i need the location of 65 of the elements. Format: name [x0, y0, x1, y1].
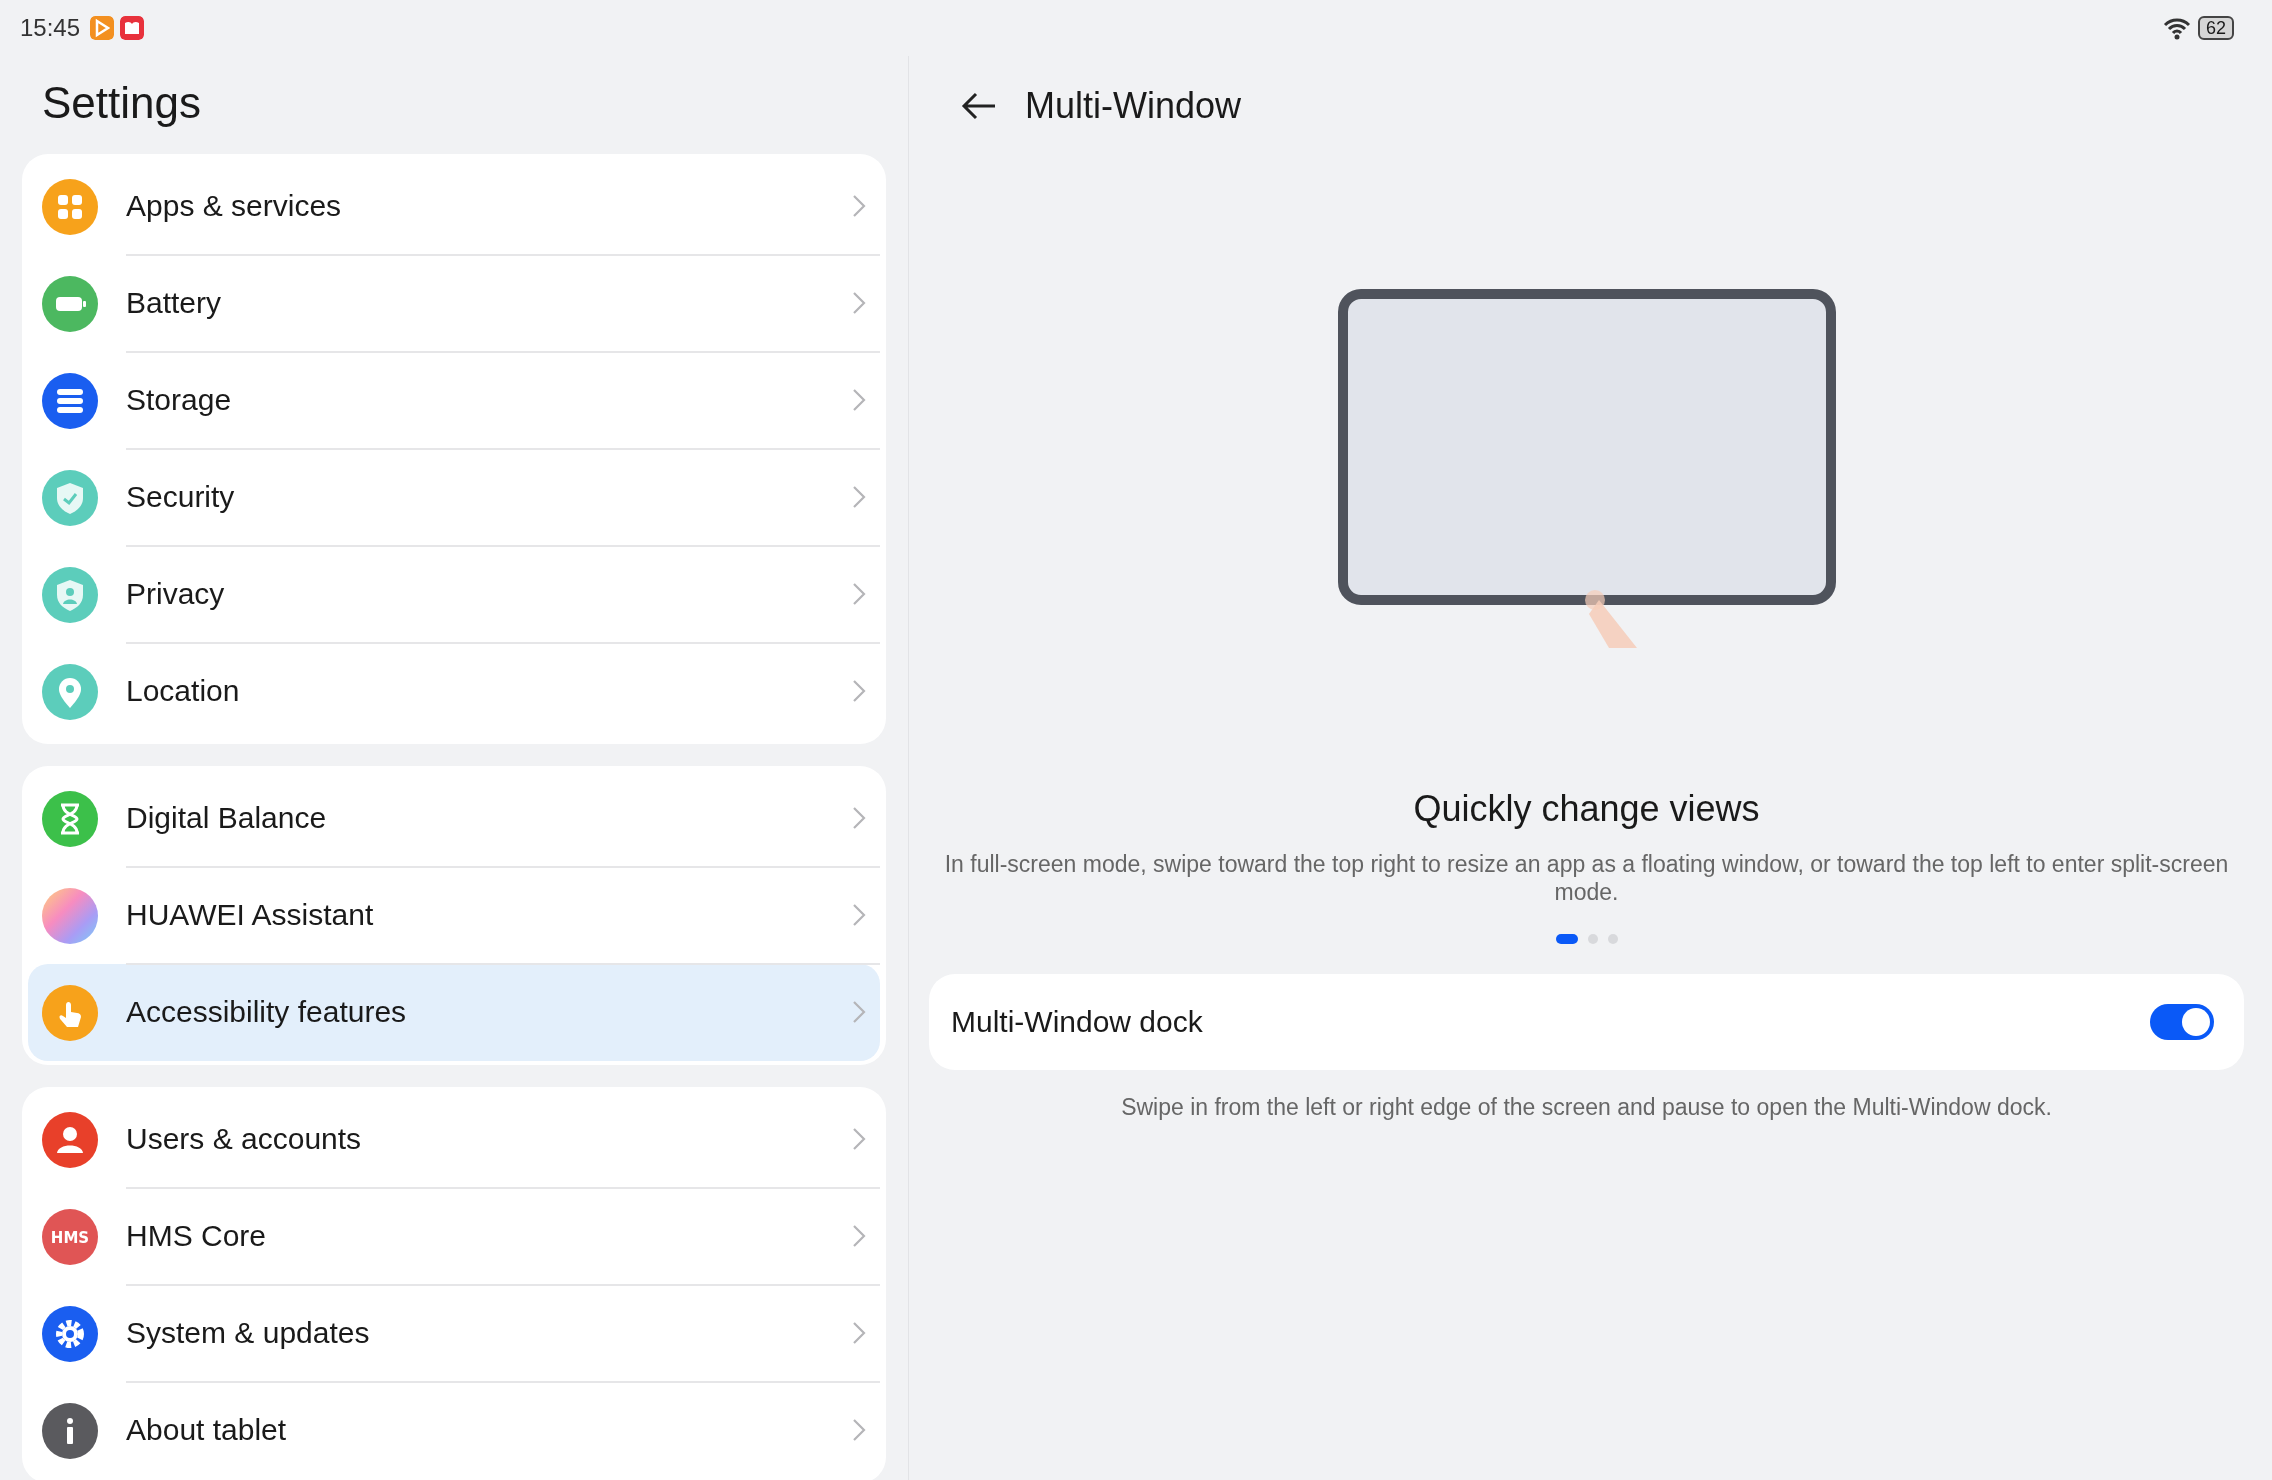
settings-item[interactable]: Accessibility features [28, 964, 880, 1061]
book-notification-icon [120, 16, 145, 40]
battery-icon [42, 275, 98, 332]
item-label: System & updates [126, 1315, 371, 1350]
item-label: Security [126, 479, 236, 514]
settings-item[interactable]: Battery [28, 255, 880, 352]
settings-item[interactable]: Location [28, 643, 880, 740]
settings-item[interactable]: System & updates [28, 1285, 880, 1382]
item-label: HMS Core [126, 1218, 268, 1253]
page-indicator-dot[interactable] [1587, 934, 1598, 944]
storage-icon [42, 372, 98, 429]
chevron-icon [852, 193, 866, 218]
chevron-icon [852, 902, 866, 927]
dock-hint: Swipe in from the left or right edge of the screen and pause to open the Multi-Window dock. [1121, 1094, 2052, 1121]
chevron-icon [852, 999, 866, 1024]
chevron-icon [852, 805, 866, 830]
wifi-icon [2161, 16, 2192, 40]
gradient-orb-icon [42, 887, 98, 944]
shield-person-icon [42, 566, 98, 623]
chevron-icon [852, 1126, 866, 1151]
status-time: 15:45 [20, 14, 81, 42]
settings-title: Settings [42, 78, 202, 128]
hand-pointer-icon [42, 984, 98, 1041]
shield-check-icon [42, 469, 98, 526]
chevron-icon [852, 1417, 866, 1442]
settings-item[interactable]: HMS HMS Core [28, 1188, 880, 1285]
item-label: Privacy [126, 576, 226, 611]
info-icon [42, 1402, 98, 1459]
item-label: Battery [126, 285, 223, 320]
item-label: Users & accounts [126, 1121, 363, 1156]
chevron-icon [852, 484, 866, 509]
settings-item[interactable]: Digital Balance [28, 770, 880, 867]
chevron-icon [852, 1320, 866, 1345]
location-pin-icon [42, 663, 98, 720]
item-label: Digital Balance [126, 800, 328, 835]
chevron-icon [852, 678, 866, 703]
page-indicator-dot[interactable] [1607, 934, 1618, 944]
item-label: Location [126, 673, 241, 708]
feature-heading: Quickly change views [1413, 788, 1760, 830]
chevron-icon [852, 290, 866, 315]
grid-icon [42, 178, 98, 235]
item-label: Accessibility features [126, 994, 408, 1029]
person-icon [42, 1111, 98, 1168]
hms-icon: HMS [42, 1208, 98, 1265]
gear-icon [42, 1305, 98, 1362]
play-notification-icon [90, 16, 115, 40]
settings-item[interactable]: Apps & services [28, 158, 880, 255]
settings-item[interactable]: Users & accounts [28, 1091, 880, 1188]
page-title: Multi-Window [1025, 85, 1242, 127]
settings-item[interactable]: Storage [28, 352, 880, 449]
settings-item[interactable]: Security [28, 449, 880, 546]
settings-item[interactable]: Privacy [28, 546, 880, 643]
item-label: Storage [126, 382, 233, 417]
chevron-icon [852, 581, 866, 606]
dock-toggle[interactable] [2150, 1004, 2214, 1040]
hourglass-icon [42, 790, 98, 847]
chevron-icon [852, 1223, 866, 1248]
item-label: Apps & services [126, 188, 343, 223]
chevron-icon [852, 387, 866, 412]
feature-description: In full-screen mode, swipe toward the top right to resize an app as a floating window, or toward the top left to enter split-screen mode. [943, 850, 2230, 906]
dock-label: Multi-Window dock [951, 1005, 1204, 1039]
settings-item[interactable]: About tablet [28, 1382, 880, 1479]
item-label: About tablet [126, 1412, 288, 1447]
battery-indicator: 62 [2197, 16, 2234, 40]
item-label: HUAWEI Assistant [126, 897, 375, 932]
